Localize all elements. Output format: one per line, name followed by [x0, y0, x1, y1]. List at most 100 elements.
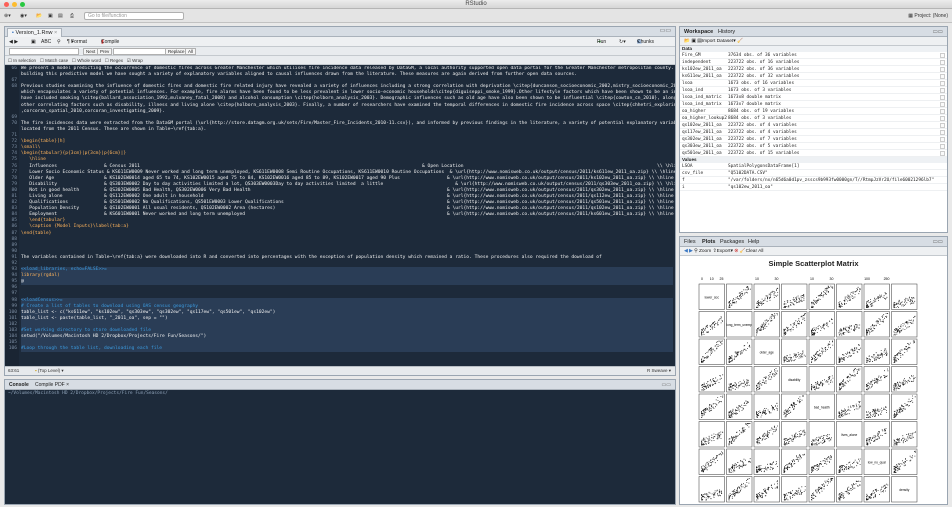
pane-minimize-icon[interactable]: ▭▭ — [660, 27, 671, 36]
find-next-button[interactable]: Next — [83, 48, 99, 55]
workspace-row[interactable]: lsoa_ind_matric 1673x8 double matrix — [680, 94, 947, 101]
workspace-row[interactable]: i "qs102ew_2011_oa" — [680, 184, 947, 191]
code-line[interactable]: Influences & Census 2011 & Open Location — [21, 164, 675, 170]
view-data-icon[interactable] — [940, 60, 945, 65]
workspace-row[interactable]: oa_higher_lookup2 8684 obs. of 3 variable… — [680, 115, 947, 122]
pane-minimize-icon[interactable]: ▭▭ — [933, 27, 943, 37]
workspace-row[interactable]: lsoa 1673 obs. of 16 variables — [680, 80, 947, 87]
code-line[interactable]: building this predictive model we have s… — [21, 72, 673, 78]
workspace-row[interactable]: LSOA SpatialPolygonsDataFrame[1] — [680, 163, 947, 170]
remove-plot-icon[interactable]: ⊗ — [734, 249, 738, 254]
tab-help[interactable]: Help — [748, 237, 759, 247]
print-icon[interactable]: ⎙ — [70, 12, 74, 20]
chunks-menu[interactable]: ▤ Chunks ▾ — [637, 37, 654, 47]
view-data-icon[interactable] — [940, 144, 945, 149]
pane-minimize-icon[interactable]: ▭▭ — [933, 237, 943, 247]
view-data-icon[interactable] — [940, 74, 945, 79]
open-project-icon[interactable]: ◉▾ — [20, 12, 27, 20]
workspace-row[interactable]: lsoa_ind_matrix 1673x7 double matrix — [680, 101, 947, 108]
rerun-icon[interactable]: ↻▾ — [619, 37, 626, 47]
view-data-icon[interactable] — [940, 137, 945, 142]
code-line[interactable]: Disability & QS303EW0002 Day to day acti… — [21, 182, 675, 188]
spellcheck-icon[interactable]: ABC — [41, 37, 51, 47]
code-area[interactable]: 66 67 68 69 70 71 72 73 74 75 76 77 78 79 80 81 82 83 84 85… — [5, 66, 675, 366]
workspace-row[interactable]: qs102ew_2011_oa 223722 obs. of 4 variable… — [680, 122, 947, 129]
zoom-window-button[interactable] — [20, 2, 25, 7]
import-dataset-button[interactable]: ▤Import Dataset▾ — [697, 39, 735, 44]
code-line[interactable]: #Loop through the table list, downloadin… — [21, 346, 673, 353]
workspace-row[interactable]: oa_higher 8684 obs. of 19 variables — [680, 108, 947, 115]
next-plot-icon[interactable]: ▶ — [689, 249, 693, 254]
view-data-icon[interactable] — [940, 151, 945, 156]
load-workspace-icon[interactable]: 📂 — [684, 39, 690, 44]
file-mode-menu[interactable]: R Sweave ▾ — [647, 367, 671, 375]
tab-history[interactable]: History — [718, 27, 735, 37]
new-file-icon[interactable]: ⊕▾ — [4, 12, 11, 20]
workspace-row[interactable]: qs302ew_2011_oa 223722 obs. of 7 variable… — [680, 136, 947, 143]
view-data-icon[interactable] — [940, 53, 945, 58]
minimize-window-button[interactable] — [12, 2, 17, 7]
code-line[interactable]: The variables contained in Table~\ref{ta… — [21, 255, 673, 261]
workspace-row[interactable]: ks611ew_2011_oa 223722 obs. of 32 variabl… — [680, 73, 947, 80]
save-file-icon[interactable]: ▣ — [31, 37, 36, 47]
scope-menu[interactable]: ▪ (Top Level) ▾ — [35, 367, 64, 375]
view-data-icon[interactable] — [940, 81, 945, 86]
workspace-row[interactable]: lsoa_ind 1673 obs. of 3 variables — [680, 87, 947, 94]
workspace-row[interactable]: Fire_GM 37634 obs. of 36 variables — [680, 52, 947, 59]
save-workspace-icon[interactable]: ▣ — [691, 39, 696, 44]
format-menu[interactable]: ¶ Format ▾ — [67, 37, 87, 47]
search-icon[interactable]: ⚲ — [57, 37, 61, 47]
workspace-row[interactable]: qs501ew_2011_oa 223722 obs. of 15 variabl… — [680, 150, 947, 157]
view-data-icon[interactable] — [940, 102, 945, 107]
wrap-checkbox[interactable]: ☑ Wrap — [127, 58, 143, 63]
window-controls[interactable] — [4, 2, 25, 7]
open-file-icon[interactable]: 📂 — [36, 12, 42, 20]
tab-workspace[interactable]: Workspace — [684, 27, 713, 37]
view-data-icon[interactable] — [940, 67, 945, 72]
tab-version-1-rnw[interactable]: ▪ Version_1.Rnw × — [7, 28, 63, 37]
save-icon[interactable]: ▣ — [48, 12, 53, 20]
tab-files[interactable]: Files — [684, 237, 696, 247]
close-tab-icon[interactable]: × — [54, 30, 57, 36]
workspace-row[interactable]: csv_file "Q5102DATA.CSV" — [680, 170, 947, 177]
prev-plot-icon[interactable]: ◀ — [684, 249, 688, 254]
goto-file-input[interactable]: Go to file/function — [84, 12, 184, 20]
code-line[interactable]: have included smoking \citep{ballard_ass… — [21, 96, 675, 102]
pane-minimize-icon[interactable]: ▭▭ — [662, 380, 671, 390]
find-prev-button[interactable]: Prev — [97, 48, 113, 55]
workspace-row[interactable]: ks102ew_2011_oa 223722 obs. of 36 variabl… — [680, 66, 947, 73]
view-data-icon[interactable] — [940, 109, 945, 114]
workspace-row[interactable]: qs303ew_2011_oa 223722 obs. of 5 variable… — [680, 143, 947, 150]
workspace-row[interactable]: f "/var/folders/nx/n65d6a0d1pv_zsscs9b993… — [680, 177, 947, 184]
code-lines[interactable]: We present a model predicting the occurr… — [21, 66, 675, 353]
view-data-icon[interactable] — [940, 123, 945, 128]
replace-all-button[interactable]: All — [185, 48, 197, 55]
tab-compile-pdf[interactable]: Compile PDF × — [35, 380, 69, 390]
workspace-row[interactable]: independent 223722 obs. of 16 variables — [680, 59, 947, 66]
tab-packages[interactable]: Packages — [720, 237, 744, 247]
zoom-button[interactable]: ⚲ Zoom — [694, 249, 711, 254]
find-input[interactable] — [9, 48, 79, 55]
code-line[interactable]: other correlating factors such as disabi… — [21, 103, 675, 109]
close-tab-icon[interactable]: × — [66, 382, 69, 388]
export-button[interactable]: ⇪Export▾ — [713, 249, 733, 254]
back-icon[interactable]: ◀ ▶ — [9, 37, 18, 47]
view-data-icon[interactable] — [940, 130, 945, 135]
workspace-row[interactable]: qs117ew_2011_oa 223722 obs. of 4 variable… — [680, 129, 947, 136]
clear-workspace-icon[interactable]: 🧹 — [737, 39, 743, 44]
close-window-button[interactable] — [4, 2, 9, 7]
view-data-icon[interactable] — [940, 95, 945, 100]
tab-plots[interactable]: Plots — [702, 237, 715, 247]
in-selection-checkbox[interactable]: ☐ In selection — [8, 58, 36, 63]
save-all-icon[interactable]: ▤ — [58, 12, 63, 20]
regex-checkbox[interactable]: ☐ Regex — [105, 58, 123, 63]
code-line[interactable]: Lower Socio Economic Status & KS611EW000… — [21, 170, 675, 176]
whole-word-checkbox[interactable]: ☐ Whole word — [72, 58, 101, 63]
tab-console[interactable]: Console — [9, 380, 29, 390]
code-line[interactable]: Older Age & KS102EW0014 aged 65 to 74, K… — [21, 176, 673, 182]
clear-all-button[interactable]: 🧹Clear All — [740, 249, 764, 254]
view-data-icon[interactable] — [940, 116, 945, 121]
code-line[interactable]: Employment & KS601EW0001 Never worked an… — [21, 212, 673, 218]
view-data-icon[interactable] — [940, 88, 945, 93]
match-case-checkbox[interactable]: ☐ Match case — [40, 58, 68, 63]
